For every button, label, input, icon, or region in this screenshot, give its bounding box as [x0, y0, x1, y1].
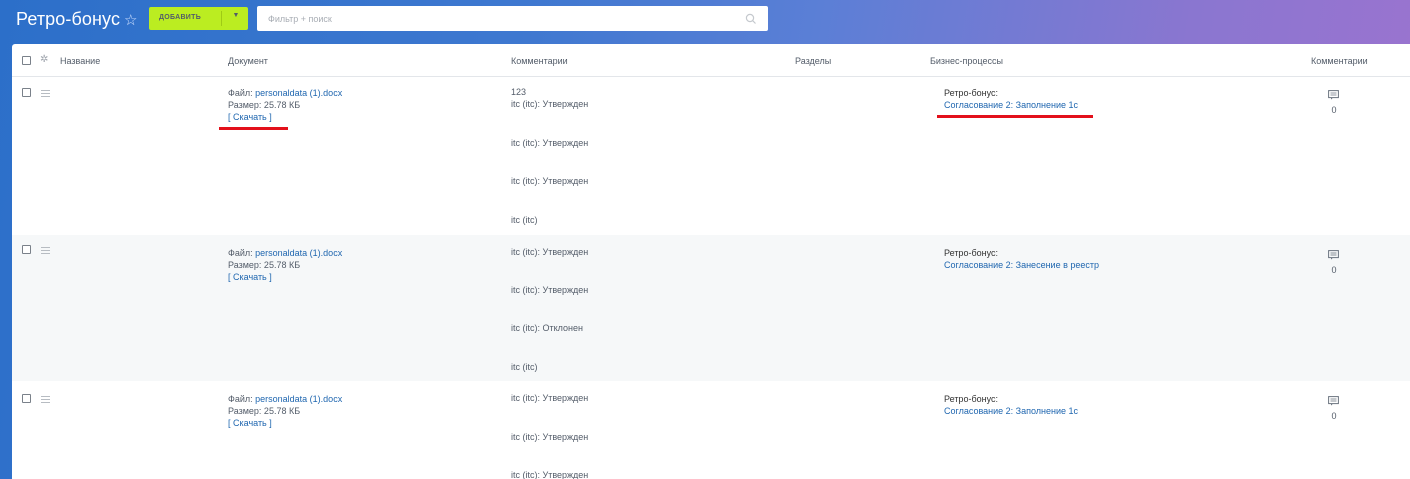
bp-link[interactable]: Согласование 2: Занесение в реестр: [944, 259, 1099, 271]
table-header: ✲ Название Документ Комментарии Разделы …: [12, 44, 1410, 77]
column-header-name[interactable]: Название: [60, 56, 100, 66]
file-label: Файл:: [228, 88, 256, 98]
comment-line: itc (itc): Утвержден: [511, 285, 589, 295]
comment-count: 0: [1331, 411, 1337, 421]
search-input[interactable]: Фильтр + поиск: [257, 6, 768, 31]
highlight-underline: [219, 127, 288, 130]
file-link[interactable]: personaldata (1).docx: [255, 88, 342, 98]
comment-line: itc (itc): Утвержден: [511, 432, 589, 442]
add-button-label: ДОБАВИТЬ: [159, 14, 202, 21]
comment-line: itc (itc): Утвержден: [511, 393, 589, 403]
comment-count: 0: [1331, 265, 1337, 275]
download-link[interactable]: [ Скачать ]: [228, 271, 342, 283]
comment-line: itc (itc): Утвержден: [511, 247, 589, 257]
download-link[interactable]: [ Скачать ]: [228, 417, 342, 429]
column-header-document[interactable]: Документ: [228, 56, 268, 66]
column-header-comments-count[interactable]: Комментарии: [1311, 56, 1368, 66]
comment-count: 0: [1331, 105, 1337, 115]
row-checkbox[interactable]: [22, 394, 31, 403]
column-header-comments[interactable]: Комментарии: [511, 56, 568, 66]
table-row[interactable]: Файл: personaldata (1).docx Размер: 25.7…: [12, 235, 1410, 381]
comment-line: itc (itc): Утвержден: [511, 470, 589, 479]
add-button-divider: [221, 11, 222, 26]
file-label: Файл:: [228, 394, 256, 404]
file-link[interactable]: personaldata (1).docx: [255, 248, 342, 258]
search-icon[interactable]: [744, 12, 758, 26]
file-size: Размер: 25.78 КБ: [228, 406, 301, 416]
bp-link[interactable]: Согласование 2: Заполнение 1с: [944, 405, 1078, 417]
table-row[interactable]: Файл: personaldata (1).docx Размер: 25.7…: [12, 77, 1410, 235]
column-header-sections[interactable]: Разделы: [795, 56, 831, 66]
grid-panel: ✲ Название Документ Комментарии Разделы …: [12, 44, 1410, 479]
menu-icon[interactable]: [41, 396, 50, 403]
comment-line: 123: [511, 87, 527, 97]
table-row[interactable]: Файл: personaldata (1).docx Размер: 25.7…: [12, 381, 1410, 479]
menu-icon[interactable]: [41, 90, 50, 97]
add-button[interactable]: ДОБАВИТЬ ▼: [149, 7, 248, 30]
top-bar: Ретро-бонус ☆ ДОБАВИТЬ ▼ Фильтр + поиск: [0, 0, 1410, 44]
business-process-cell: Ретро-бонус: Согласование 2: Занесение в…: [944, 247, 1099, 271]
gear-icon[interactable]: ✲: [40, 54, 48, 65]
select-all-checkbox[interactable]: [22, 56, 31, 65]
bp-link[interactable]: Согласование 2: Заполнение 1с: [944, 99, 1078, 111]
file-link[interactable]: personaldata (1).docx: [255, 394, 342, 404]
column-header-business-processes[interactable]: Бизнес-процессы: [930, 56, 1003, 66]
file-size: Размер: 25.78 КБ: [228, 100, 301, 110]
bp-title: Ретро-бонус:: [944, 248, 998, 258]
download-link[interactable]: [ Скачать ]: [228, 111, 342, 123]
chevron-down-icon[interactable]: ▼: [228, 12, 244, 24]
comment-line: itc (itc): Утвержден: [511, 99, 589, 109]
star-icon[interactable]: ☆: [124, 11, 137, 29]
comment-line: itc (itc): Утвержден: [511, 138, 589, 148]
highlight-underline: [937, 115, 1093, 118]
search-placeholder: Фильтр + поиск: [268, 14, 332, 24]
comment-icon[interactable]: [1328, 90, 1339, 100]
page-title: Ретро-бонус: [16, 9, 121, 29]
comment-line: itc (itc): Отклонен: [511, 323, 583, 333]
document-cell: Файл: personaldata (1).docx Размер: 25.7…: [228, 87, 342, 123]
business-process-cell: Ретро-бонус: Согласование 2: Заполнение …: [944, 393, 1078, 417]
comment-line: itc (itc): [511, 362, 538, 372]
document-cell: Файл: personaldata (1).docx Размер: 25.7…: [228, 247, 342, 283]
menu-icon[interactable]: [41, 247, 50, 254]
bp-title: Ретро-бонус:: [944, 88, 998, 98]
file-size: Размер: 25.78 КБ: [228, 260, 301, 270]
file-label: Файл:: [228, 248, 256, 258]
document-cell: Файл: personaldata (1).docx Размер: 25.7…: [228, 393, 342, 429]
comment-line: itc (itc): Утвержден: [511, 176, 589, 186]
comment-icon[interactable]: [1328, 396, 1339, 406]
comment-icon[interactable]: [1328, 250, 1339, 260]
row-checkbox[interactable]: [22, 88, 31, 97]
row-checkbox[interactable]: [22, 245, 31, 254]
business-process-cell: Ретро-бонус: Согласование 2: Заполнение …: [944, 87, 1078, 111]
bp-title: Ретро-бонус:: [944, 394, 998, 404]
comment-line: itc (itc): [511, 215, 538, 225]
